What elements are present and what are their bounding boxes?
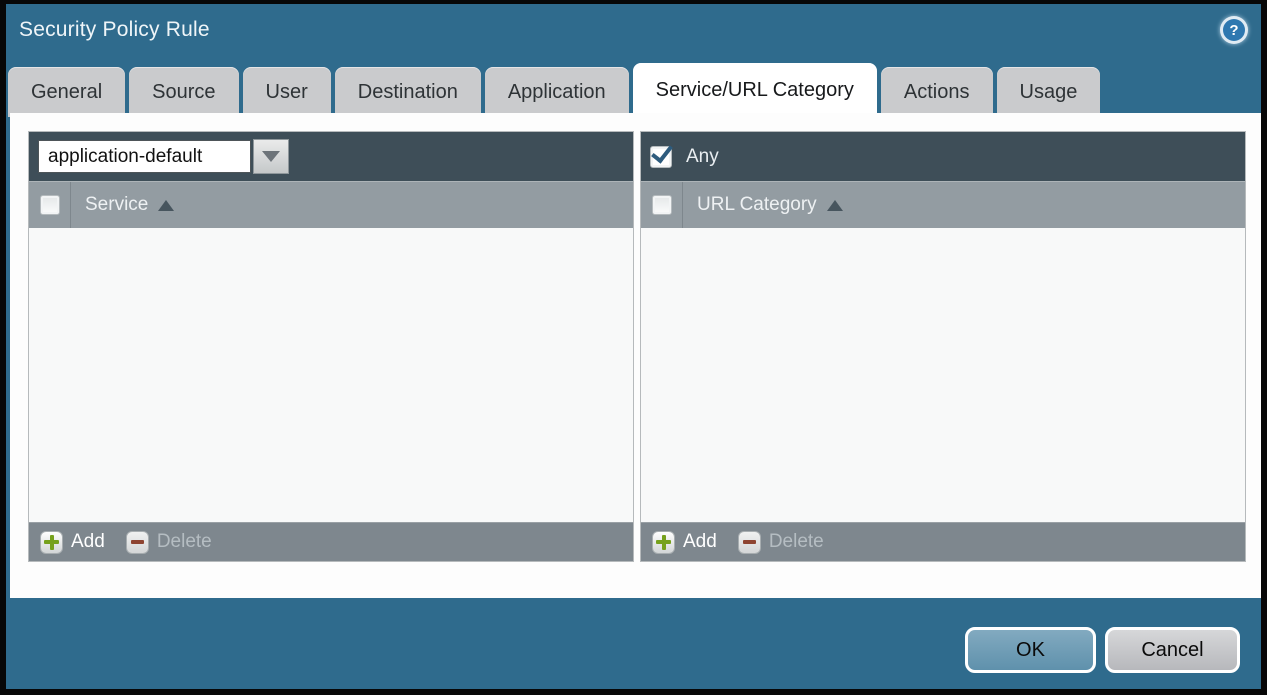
- tab-application[interactable]: Application: [485, 67, 629, 117]
- service-select-all-cell: [29, 182, 71, 228]
- delete-minus-icon: [738, 531, 761, 554]
- sort-ascending-icon[interactable]: [827, 200, 843, 211]
- service-type-select[interactable]: application-default: [38, 139, 289, 174]
- tab-destination[interactable]: Destination: [335, 67, 481, 117]
- url-category-panel: Any URL Category Add Delete: [640, 131, 1246, 562]
- service-add-label: Add: [71, 531, 105, 553]
- tab-bar: General Source User Destination Applicat…: [8, 63, 1100, 117]
- url-category-panel-toolbar: Any: [641, 132, 1245, 181]
- dialog-title: Security Policy Rule: [19, 18, 210, 42]
- service-delete-button[interactable]: Delete: [126, 531, 212, 554]
- tab-usage[interactable]: Usage: [997, 67, 1101, 117]
- url-category-select-all-checkbox[interactable]: [652, 195, 672, 215]
- url-category-add-button[interactable]: Add: [652, 531, 738, 554]
- service-column-header: Service: [29, 181, 633, 228]
- security-policy-rule-dialog: Security Policy Rule ? General Source Us…: [0, 0, 1267, 695]
- service-add-button[interactable]: Add: [40, 531, 126, 554]
- sort-ascending-icon[interactable]: [158, 200, 174, 211]
- url-category-any-checkbox[interactable]: [650, 146, 672, 168]
- service-delete-label: Delete: [157, 531, 212, 553]
- url-category-any-label: Any: [686, 146, 719, 168]
- url-category-select-all-cell: [641, 182, 683, 228]
- service-type-select-value[interactable]: application-default: [38, 140, 251, 173]
- service-panel-toolbar: application-default: [29, 132, 633, 181]
- help-icon[interactable]: ?: [1220, 16, 1248, 44]
- service-select-all-checkbox[interactable]: [40, 195, 60, 215]
- add-plus-icon: [40, 531, 63, 554]
- delete-minus-icon: [126, 531, 149, 554]
- url-category-delete-label: Delete: [769, 531, 824, 553]
- tab-user[interactable]: User: [243, 67, 331, 117]
- url-category-list-empty: [641, 228, 1245, 522]
- service-panel-footer: Add Delete: [29, 522, 633, 561]
- tab-content-service-url-category: application-default Service Add: [10, 113, 1261, 598]
- url-category-panel-footer: Add Delete: [641, 522, 1245, 561]
- tab-source[interactable]: Source: [129, 67, 238, 117]
- service-panel: application-default Service Add: [28, 131, 634, 562]
- url-category-delete-button[interactable]: Delete: [738, 531, 824, 554]
- tab-service-url-category[interactable]: Service/URL Category: [633, 63, 877, 117]
- url-category-add-label: Add: [683, 531, 717, 553]
- tab-actions[interactable]: Actions: [881, 67, 993, 117]
- service-column-label: Service: [85, 194, 148, 216]
- cancel-button[interactable]: Cancel: [1105, 627, 1240, 673]
- url-category-column-header: URL Category: [641, 181, 1245, 228]
- url-category-column-label: URL Category: [697, 194, 817, 216]
- chevron-down-icon: [262, 151, 280, 162]
- ok-button[interactable]: OK: [965, 627, 1096, 673]
- service-list-empty: [29, 228, 633, 522]
- service-type-select-button[interactable]: [253, 139, 289, 174]
- tab-general[interactable]: General: [8, 67, 125, 117]
- add-plus-icon: [652, 531, 675, 554]
